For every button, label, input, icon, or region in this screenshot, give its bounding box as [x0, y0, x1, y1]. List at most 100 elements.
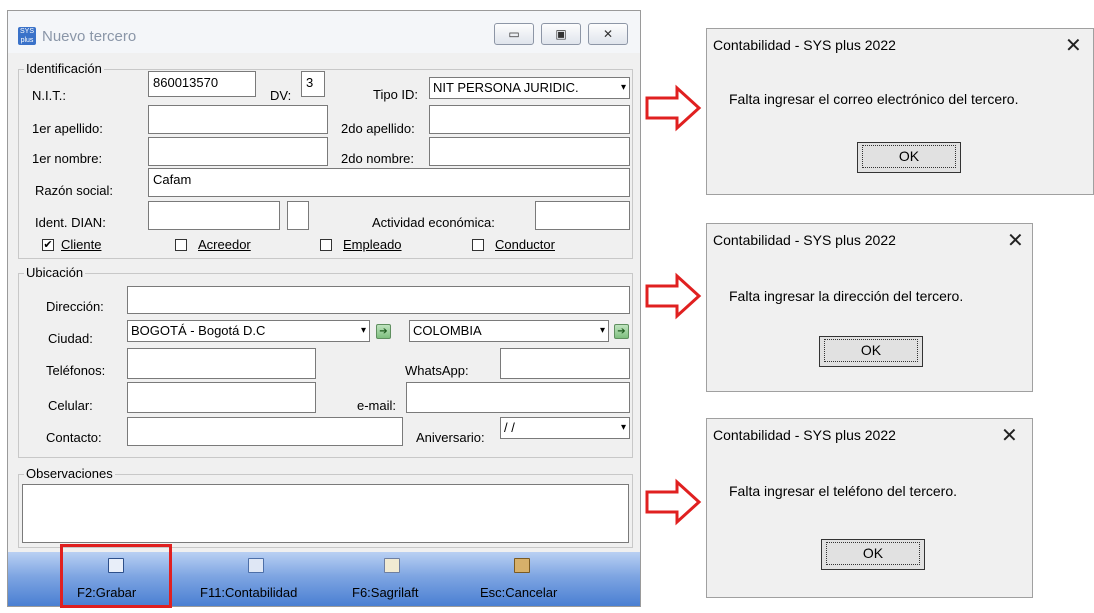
ok-label: OK	[824, 339, 918, 362]
aniversario-date-picker[interactable]: / / ▾	[500, 417, 630, 439]
minimize-icon: ▭	[508, 27, 520, 41]
chevron-down-icon: ▾	[599, 325, 605, 336]
ident-dian-label: Ident. DIAN:	[35, 215, 106, 230]
ok-label: OK	[862, 145, 956, 168]
pais-select[interactable]: COLOMBIA ▾	[409, 320, 609, 342]
direccion-input[interactable]	[127, 286, 630, 314]
dialog-message: Falta ingresar el correo electrónico del…	[729, 91, 1019, 107]
apellido2-input[interactable]	[429, 105, 630, 134]
arrow-right-icon	[645, 272, 702, 320]
celular-label: Celular:	[48, 398, 93, 413]
ciudad-value: BOGOTÁ - Bogotá D.C	[131, 323, 266, 338]
nombre1-input[interactable]	[148, 137, 328, 166]
close-icon: ✕	[602, 27, 614, 41]
ok-button[interactable]: OK	[819, 336, 923, 367]
tipo-id-select[interactable]: NIT PERSONA JURIDIC. ▾	[429, 77, 630, 99]
whatsapp-label: WhatsApp:	[405, 363, 469, 378]
email-input[interactable]	[406, 382, 630, 413]
contabilidad-label: F11:Contabilidad	[200, 585, 298, 600]
ident-dian-dv-input[interactable]	[287, 201, 309, 230]
nombre2-label: 2do nombre:	[341, 151, 414, 166]
grabar-highlight-box	[60, 544, 172, 608]
apellido2-label: 2do apellido:	[341, 121, 415, 136]
maximize-button[interactable]: ▣	[541, 23, 581, 45]
nit-input[interactable]: 860013570	[148, 71, 256, 97]
cancelar-label: Esc:Cancelar	[480, 585, 558, 600]
nit-label: N.I.T.:	[32, 88, 66, 103]
ok-button[interactable]: OK	[857, 142, 961, 173]
dialog-title: Contabilidad - SYS plus 2022	[713, 232, 896, 248]
dialog-title: Contabilidad - SYS plus 2022	[713, 37, 896, 53]
whatsapp-input[interactable]	[500, 348, 630, 379]
arrow-right-icon	[645, 84, 702, 132]
conductor-checkbox[interactable]	[472, 239, 484, 251]
contabilidad-button[interactable]: F11:Contabilidad	[188, 552, 328, 606]
close-icon[interactable]: ✕	[1065, 33, 1082, 58]
alert-dialog-direccion: Contabilidad - SYS plus 2022 ✕ Falta ing…	[706, 223, 1033, 392]
conductor-label: Conductor	[495, 237, 555, 252]
aniversario-label: Aniversario:	[416, 430, 485, 445]
pais-go-icon[interactable]: ➔	[614, 324, 629, 339]
razon-social-label: Razón social:	[35, 183, 114, 198]
document-edit-icon	[384, 558, 400, 573]
cancelar-button[interactable]: Esc:Cancelar	[468, 552, 578, 606]
tipo-id-value: NIT PERSONA JURIDIC.	[433, 80, 579, 95]
aniversario-value: / /	[504, 420, 515, 435]
dv-label: DV:	[270, 88, 292, 103]
nombre2-input[interactable]	[429, 137, 630, 166]
nombre1-label: 1er nombre:	[32, 151, 103, 166]
actividad-economica-label: Actividad económica:	[372, 215, 495, 230]
contacto-label: Contacto:	[46, 430, 102, 445]
window-titlebar[interactable]: SYS plus Nuevo tercero ▭ ▣ ✕	[8, 11, 640, 53]
ok-label: OK	[826, 542, 920, 565]
chevron-down-icon: ▾	[620, 82, 626, 93]
alert-dialog-telefono: Contabilidad - SYS plus 2022 ✕ Falta ing…	[706, 418, 1033, 598]
close-button[interactable]: ✕	[588, 23, 628, 45]
sagrilaft-label: F6:Sagrilaft	[352, 585, 419, 600]
dv-input[interactable]: 3	[301, 71, 325, 97]
celular-input[interactable]	[127, 382, 316, 413]
ubicacion-legend: Ubicación	[24, 265, 86, 280]
identificacion-legend: Identificación	[24, 61, 104, 76]
chevron-down-icon: ▾	[360, 325, 366, 336]
cliente-label: Cliente	[61, 237, 102, 252]
dialog-title: Contabilidad - SYS plus 2022	[713, 427, 896, 443]
apellido1-label: 1er apellido:	[32, 121, 103, 136]
minimize-button[interactable]: ▭	[494, 23, 534, 45]
chevron-down-icon: ▾	[620, 422, 626, 433]
app-logo-icon: SYS plus	[18, 27, 36, 45]
close-icon[interactable]: ✕	[1001, 423, 1018, 448]
observaciones-textarea[interactable]	[22, 484, 629, 543]
sagrilaft-button[interactable]: F6:Sagrilaft	[338, 552, 448, 606]
pais-value: COLOMBIA	[413, 323, 482, 338]
ciudad-select[interactable]: BOGOTÁ - Bogotá D.C ▾	[127, 320, 370, 342]
ciudad-go-icon[interactable]: ➔	[376, 324, 391, 339]
empleado-checkbox[interactable]	[320, 239, 332, 251]
close-icon[interactable]: ✕	[1007, 228, 1024, 253]
ciudad-label: Ciudad:	[48, 331, 93, 346]
email-label: e-mail:	[357, 398, 397, 413]
arrow-right-icon	[645, 478, 702, 526]
dialog-message: Falta ingresar la dirección del tercero.	[729, 288, 964, 304]
acreedor-label: Acreedor	[198, 237, 251, 252]
ledger-icon	[248, 558, 264, 573]
telefonos-input[interactable]	[127, 348, 316, 379]
razon-social-input[interactable]: Cafam	[148, 168, 630, 197]
telefonos-label: Teléfonos:	[46, 363, 106, 378]
maximize-icon: ▣	[555, 27, 567, 41]
dialog-message: Falta ingresar el teléfono del tercero.	[729, 483, 958, 499]
actividad-economica-input[interactable]	[535, 201, 630, 230]
tipo-id-label: Tipo ID:	[373, 87, 419, 102]
contacto-input[interactable]	[127, 417, 403, 446]
ident-dian-input[interactable]	[148, 201, 280, 230]
acreedor-checkbox[interactable]	[175, 239, 187, 251]
apellido1-input[interactable]	[148, 105, 328, 134]
direccion-label: Dirección:	[46, 299, 104, 314]
cliente-checkbox[interactable]: ✔	[42, 239, 54, 251]
empleado-label: Empleado	[343, 237, 402, 252]
window-title: Nuevo tercero	[42, 28, 137, 45]
exit-door-icon	[514, 558, 530, 573]
nuevo-tercero-window: SYS plus Nuevo tercero ▭ ▣ ✕ Identificaci…	[7, 10, 641, 607]
alert-dialog-email: Contabilidad - SYS plus 2022 ✕ Falta ing…	[706, 28, 1094, 195]
ok-button[interactable]: OK	[821, 539, 925, 570]
